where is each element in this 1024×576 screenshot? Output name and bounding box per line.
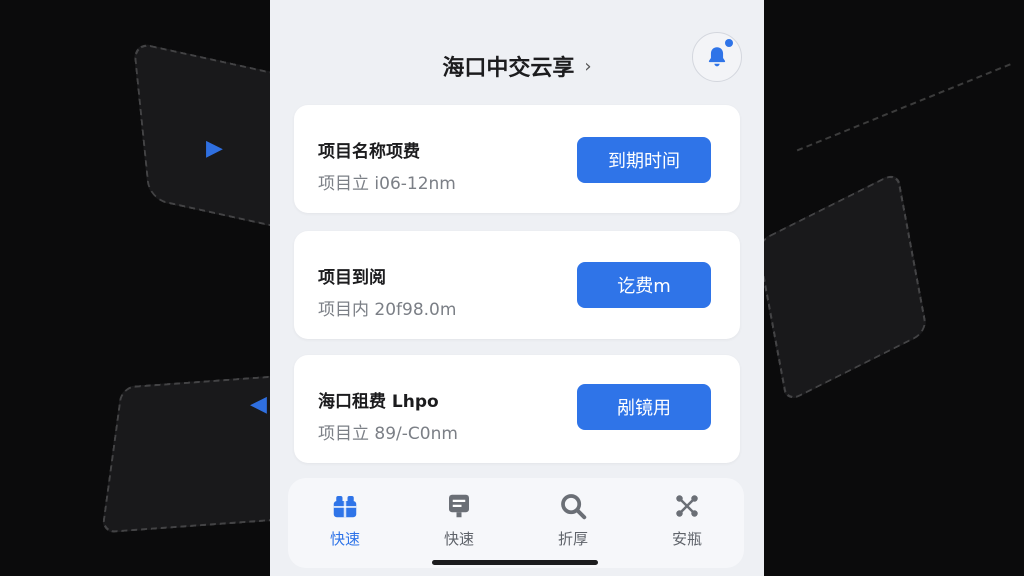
card-action-button[interactable]: 讫费m (577, 262, 711, 308)
bottom-tab-bar: 快速 快速 折厚 安瓶 (288, 478, 744, 568)
notification-button[interactable] (692, 32, 742, 82)
background-shape (755, 170, 929, 404)
search-icon (557, 490, 589, 522)
project-name: 项目名称项费 (318, 142, 420, 162)
project-meta: 项目立 i06-12nm (318, 174, 456, 194)
project-name: 海口租费 Lhpo (318, 392, 439, 412)
tab-quick[interactable]: 快速 (288, 478, 402, 568)
phone-screen: 海口中交云享 › 项目名称项费 项目立 i06-12nm 到期时间 项目到阅 项… (270, 0, 764, 576)
tab-label: 快速 (329, 530, 360, 548)
tab-document[interactable]: 快速 (402, 478, 516, 568)
blue-marker-icon: ▶ (206, 136, 223, 161)
tab-label: 折厚 (557, 530, 588, 548)
gift-icon (329, 490, 361, 522)
page-title: 海口中交云享 (442, 56, 575, 81)
document-icon (443, 490, 475, 522)
blue-marker-icon: ◀ (250, 392, 267, 417)
background-line (759, 0, 1011, 152)
project-meta: 项目内 20f98.0m (318, 300, 457, 320)
home-indicator (432, 560, 598, 565)
project-card[interactable]: 项目名称项费 项目立 i06-12nm 到期时间 (294, 105, 740, 213)
notification-dot (725, 39, 733, 47)
project-card[interactable]: 海口租费 Lhpo 项目立 89/-C0nm 剐镜用 (294, 355, 740, 463)
tab-label: 安瓶 (671, 530, 702, 548)
bell-icon (708, 47, 726, 67)
network-icon (671, 490, 703, 522)
card-action-button[interactable]: 到期时间 (577, 137, 711, 183)
title-selector[interactable]: 海口中交云享 › (442, 50, 591, 82)
tab-search[interactable]: 折厚 (516, 478, 630, 568)
project-name: 项目到阅 (318, 268, 386, 288)
card-action-button[interactable]: 剐镜用 (577, 384, 711, 430)
tab-network[interactable]: 安瓶 (630, 478, 744, 568)
tab-label: 快速 (443, 530, 474, 548)
chevron-right-icon: › (584, 55, 592, 77)
app-header: 海口中交云享 › (270, 44, 764, 88)
project-card[interactable]: 项目到阅 项目内 20f98.0m 讫费m (294, 231, 740, 339)
project-meta: 项目立 89/-C0nm (318, 424, 458, 444)
